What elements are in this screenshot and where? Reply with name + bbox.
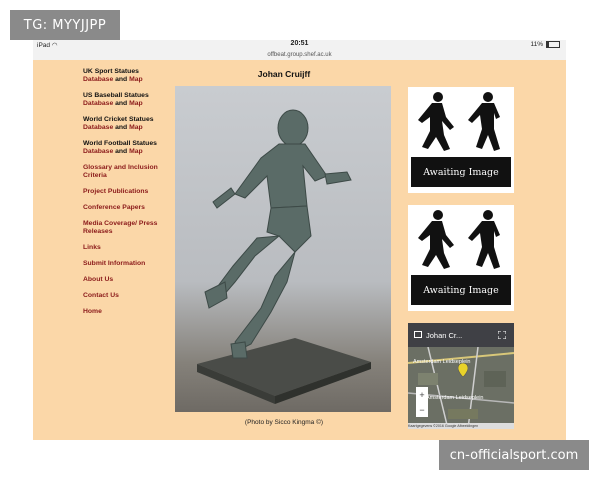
sidebar-item-media-coverage[interactable]: Media Coverage/ Press Releases — [83, 220, 165, 236]
sidebar-item-title: UK Sport Statues — [83, 68, 139, 75]
database-link[interactable]: Database — [83, 148, 113, 155]
map-link[interactable]: Map — [129, 100, 143, 107]
sidebar-nav: UK Sport Statues Database and Map US Bas… — [83, 68, 165, 324]
map-header: Johan Cr... — [408, 323, 514, 347]
sidebar-panel-icon[interactable] — [414, 331, 422, 338]
awaiting-image-card-2: Awaiting Image — [408, 205, 514, 311]
sidebar-item-conference-papers[interactable]: Conference Papers — [83, 204, 165, 212]
sidebar-item-title: US Baseball Statues — [83, 92, 149, 99]
watermark-bottom: cn-officialsport.com — [439, 440, 589, 470]
and-text: and — [113, 100, 130, 107]
sidebar-item-label: Submit Information — [83, 260, 146, 267]
awaiting-image-label: Awaiting Image — [411, 157, 511, 187]
database-link[interactable]: Database — [83, 124, 113, 131]
database-link[interactable]: Database — [83, 76, 113, 83]
map-link[interactable]: Map — [129, 148, 143, 155]
sidebar-item-home[interactable]: Home — [83, 308, 165, 316]
sidebar-item-world-cricket[interactable]: World Cricket Statues Database and Map — [83, 116, 165, 132]
sidebar-item-title: World Cricket Statues — [83, 116, 154, 123]
map-zoom-control: + − — [416, 387, 428, 417]
sidebar-item-world-football[interactable]: World Football Statues Database and Map — [83, 140, 165, 156]
awaiting-image-card-1: Awaiting Image — [408, 87, 514, 193]
status-time: 20:51 — [290, 40, 309, 47]
sidebar-item-glossary[interactable]: Glossary and Inclusion Criteria — [83, 164, 165, 180]
sidebar-item-label: Glossary and Inclusion Criteria — [83, 164, 158, 179]
sidebar-item-label: Home — [83, 308, 102, 315]
sidebar-item-label: Project Publications — [83, 188, 149, 195]
battery-percent: 11% — [530, 41, 543, 48]
sidebar-item-label: About Us — [83, 276, 114, 283]
sidebar-item-label: Media Coverage/ Press Releases — [83, 220, 158, 235]
sidebar-item-about-us[interactable]: About Us — [83, 276, 165, 284]
sidebar-item-links[interactable]: Links — [83, 244, 165, 252]
database-link[interactable]: Database — [83, 100, 113, 107]
and-text: and — [113, 76, 130, 83]
url-bar[interactable]: offbeat.group.shef.ac.uk — [33, 51, 566, 60]
map-marker-icon[interactable] — [458, 363, 468, 377]
sidebar-item-title: World Football Statues — [83, 140, 157, 147]
sidebar-item-contact-us[interactable]: Contact Us — [83, 292, 165, 300]
statue-figure — [197, 109, 371, 404]
battery-icon — [546, 41, 560, 48]
map-link[interactable]: Map — [129, 76, 143, 83]
zoom-out-button[interactable]: − — [419, 405, 424, 415]
and-text: and — [113, 124, 130, 131]
footballers-silhouette-icon — [418, 92, 500, 151]
fullscreen-icon[interactable] — [498, 331, 506, 339]
sidebar-item-label: Links — [83, 244, 101, 251]
footballers-silhouette-icon — [418, 210, 500, 269]
status-bar: iPad ◠ 20:51 11% — [33, 40, 566, 51]
watermark-top: TG: MYYJJPP — [10, 10, 120, 40]
map-title: Johan Cr... — [426, 330, 463, 340]
page-title: Johan Cruijff — [257, 69, 311, 79]
sidebar-item-publications[interactable]: Project Publications — [83, 188, 165, 196]
zoom-in-button[interactable]: + — [419, 390, 424, 400]
photo-caption: (Photo by Sicco Kingma ©) — [244, 419, 324, 426]
map-link[interactable]: Map — [129, 124, 143, 131]
battery-status: 11% — [530, 41, 560, 48]
sidebar-item-submit-information[interactable]: Submit Information — [83, 260, 165, 268]
map-attribution: Kaartgegevens ©2016 Google Afbeeldingen — [408, 423, 514, 429]
map-label-2: Amsterdam Leidseplein — [426, 395, 484, 401]
sidebar-item-label: Conference Papers — [83, 204, 145, 211]
sidebar-item-label: Contact Us — [83, 292, 119, 299]
web-page: UK Sport Statues Database and Map US Bas… — [33, 60, 566, 440]
statue-photo — [175, 86, 391, 412]
map-embed[interactable]: Johan Cr... Amsterdam Leidseplein Amster… — [408, 323, 514, 429]
awaiting-image-label: Awaiting Image — [411, 275, 511, 305]
sidebar-item-us-baseball[interactable]: US Baseball Statues Database and Map — [83, 92, 165, 108]
and-text: and — [113, 148, 130, 155]
sidebar-item-uk-sport[interactable]: UK Sport Statues Database and Map — [83, 68, 165, 84]
